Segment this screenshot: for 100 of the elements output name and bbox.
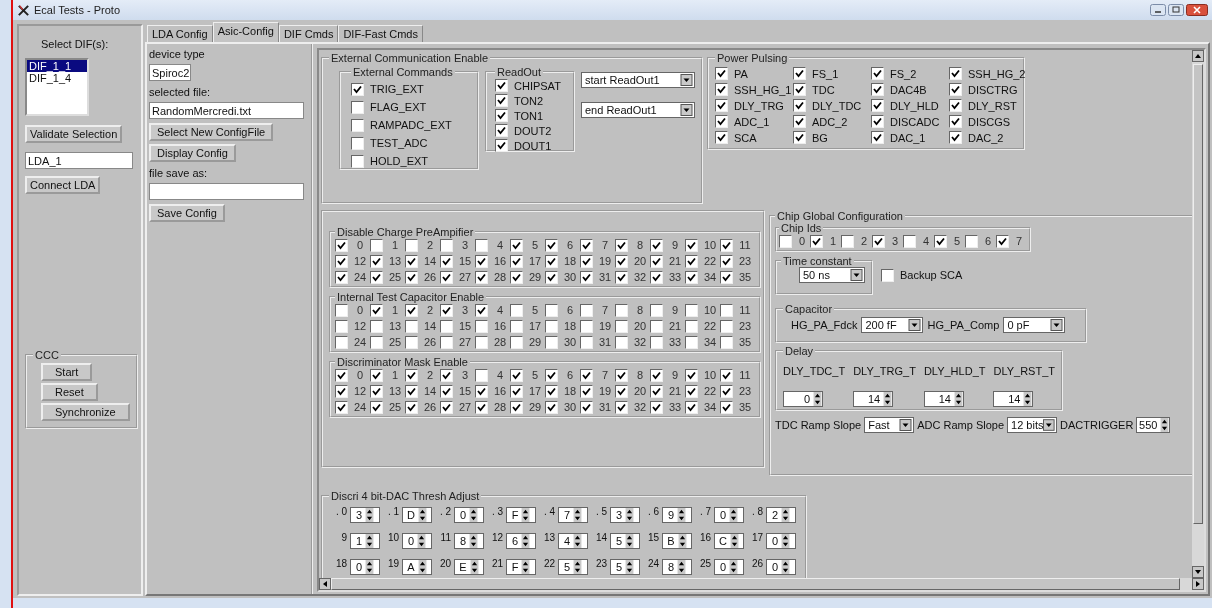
dropdown[interactable]: 0 pF [1003,317,1066,333]
checkbox[interactable] [545,335,558,349]
checkbox[interactable] [949,99,962,112]
spin-field[interactable]: 14 [993,391,1034,407]
spin-arrows-icon[interactable] [469,508,479,522]
spin-arrows-icon[interactable] [729,534,739,548]
scrollbar-thumb[interactable] [1193,64,1203,524]
checkbox[interactable] [650,303,663,317]
file-save-field[interactable] [149,183,304,200]
spin-field[interactable]: A [402,559,432,575]
dropdown[interactable]: start ReadOut1 [581,72,695,88]
spin-field[interactable]: F [506,507,536,523]
checkbox[interactable] [440,238,453,252]
spin-field[interactable]: 550 [1136,417,1171,433]
checkbox[interactable] [650,270,663,284]
spin-arrows-icon[interactable] [729,508,739,522]
checkbox[interactable] [510,254,523,268]
ccc-button[interactable]: Start [41,363,93,381]
checkbox[interactable] [545,238,558,252]
checkbox[interactable] [580,319,593,333]
checkbox[interactable] [720,384,733,398]
checkbox[interactable] [510,384,523,398]
checkbox[interactable] [793,131,806,144]
checkbox[interactable] [475,238,488,252]
checkbox[interactable] [871,115,884,128]
checkbox[interactable] [495,124,508,137]
checkbox[interactable] [370,270,383,284]
checkbox[interactable] [615,254,628,268]
checkbox[interactable] [370,303,383,317]
spin-arrows-icon[interactable] [521,508,531,522]
checkbox[interactable] [510,238,523,252]
checkbox[interactable] [934,234,947,248]
selected-file-field[interactable]: RandomMercredi.txt [149,102,304,119]
maximize-icon[interactable] [1168,4,1184,16]
spin-arrows-icon[interactable] [729,560,739,574]
spin-arrows-icon[interactable] [573,534,583,548]
checkbox[interactable] [335,270,348,284]
checkbox[interactable] [650,319,663,333]
checkbox[interactable] [405,384,418,398]
checkbox[interactable] [720,335,733,349]
checkbox[interactable] [615,335,628,349]
checkbox[interactable] [615,238,628,252]
spin-arrows-icon[interactable] [417,560,427,574]
dropdown[interactable]: Fast [864,417,915,433]
spin-field[interactable]: 0 [714,559,744,575]
checkbox[interactable] [370,319,383,333]
checkbox[interactable] [580,238,593,252]
checkbox[interactable] [685,384,698,398]
spin-field[interactable]: C [714,533,744,549]
checkbox[interactable] [580,335,593,349]
checkbox[interactable] [580,384,593,398]
spin-field[interactable]: 0 [766,533,796,549]
checkbox[interactable] [615,270,628,284]
dropdown[interactable]: end ReadOut1 [581,102,695,118]
checkbox[interactable] [615,384,628,398]
checkbox[interactable] [580,254,593,268]
checkbox[interactable] [335,384,348,398]
checkbox[interactable] [615,303,628,317]
checkbox[interactable] [685,368,698,382]
checkbox[interactable] [405,368,418,382]
checkbox[interactable] [685,238,698,252]
spin-arrows-icon[interactable] [953,392,963,406]
spin-arrows-icon[interactable] [625,560,635,574]
checkbox[interactable] [720,238,733,252]
spin-field[interactable]: 5 [610,533,640,549]
checkbox[interactable] [615,319,628,333]
checkbox[interactable] [949,67,962,80]
checkbox[interactable] [965,234,978,248]
scroll-left-icon[interactable] [319,578,331,590]
spin-field[interactable]: 0 [402,533,432,549]
checkbox[interactable] [793,99,806,112]
checkbox[interactable] [405,319,418,333]
checkbox[interactable] [685,303,698,317]
checkbox[interactable] [440,254,453,268]
checkbox[interactable] [440,270,453,284]
checkbox[interactable] [495,94,508,107]
checkbox[interactable] [335,400,348,414]
spin-arrows-icon[interactable] [365,534,375,548]
checkbox[interactable] [580,270,593,284]
checkbox[interactable] [545,254,558,268]
tab[interactable]: DIF-Fast Cmds [338,25,423,42]
checkbox[interactable] [810,234,823,248]
spin-field[interactable]: 9 [662,507,692,523]
checkbox[interactable] [370,384,383,398]
checkbox[interactable] [685,254,698,268]
checkbox[interactable] [871,67,884,80]
checkbox[interactable] [871,131,884,144]
checkbox[interactable] [650,335,663,349]
checkbox[interactable] [949,83,962,96]
spin-arrows-icon[interactable] [573,508,583,522]
spin-field[interactable]: 8 [454,533,484,549]
checkbox[interactable] [715,115,728,128]
spin-field[interactable]: F [506,559,536,575]
spin-arrows-icon[interactable] [781,508,791,522]
spin-field[interactable]: 3 [350,507,380,523]
dif-list-item[interactable]: DIF_1_1 [27,60,87,72]
checkbox[interactable] [720,400,733,414]
checkbox[interactable] [335,368,348,382]
spin-arrows-icon[interactable] [781,534,791,548]
spin-field[interactable]: D [402,507,432,523]
